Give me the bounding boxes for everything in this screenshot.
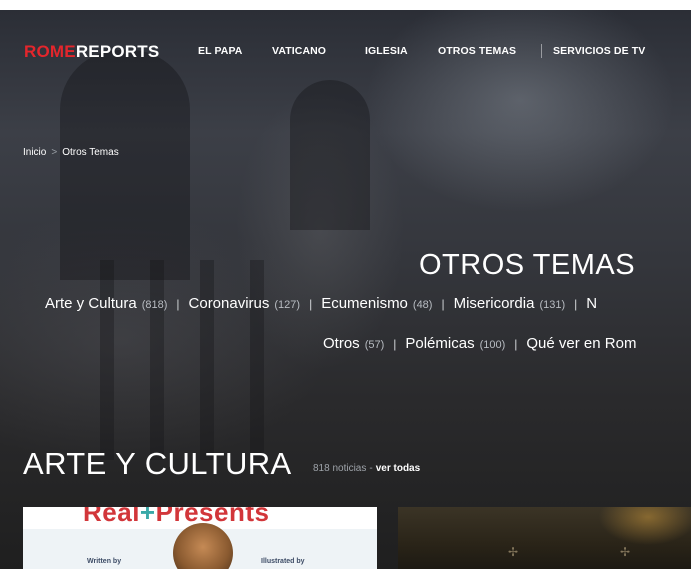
view-all-link[interactable]: ver todas [376,463,420,474]
logo-part-reports: REPORTS [75,42,160,61]
category-name: Arte y Cultura [45,295,137,312]
background-dome-silhouette [60,50,190,280]
breadcrumb-home-link[interactable]: Inicio [23,147,46,158]
category-count: (57) [364,339,385,351]
chevron-right-icon: > [51,147,58,158]
news-card-thumbnail[interactable]: Real+Presents Written by Illustrated by [23,507,377,569]
nav-item-iglesia[interactable]: IGLESIA [365,45,408,57]
background-column [100,260,114,460]
category-link-misericordia[interactable]: Misericordia (131) [454,295,566,312]
cover-credit-left: Written by [87,558,122,565]
page-title: OTROS TEMAS [419,249,636,281]
category-link-polemicas[interactable]: Polémicas (100) [405,335,505,352]
top-nav: ROMEREPORTS EL PAPA VATICANO IGLESIA OTR… [0,42,691,62]
book-title-word-1: Real [83,507,140,527]
category-separator: | [176,297,180,311]
ornament-icon: ✢ [508,545,519,559]
category-name: Misericordia [453,295,535,312]
category-link-truncated[interactable]: N [586,295,597,312]
background-column [200,260,214,460]
book-cover-title: Real+Presents [83,507,269,528]
logo-part-rome: ROME [24,42,76,61]
category-separator: | [393,337,397,351]
category-link-ecumenismo[interactable]: Ecumenismo (48) [321,295,432,312]
background-statue-silhouette [290,80,370,230]
news-card-thumbnail[interactable]: ✢ ✢ [398,507,691,569]
ornament-icon: ✢ [620,545,631,559]
category-separator: | [514,337,518,351]
background-column [150,260,164,460]
category-count: (127) [274,299,301,311]
category-separator: | [441,297,445,311]
category-name: Polémicas [405,335,475,352]
category-name: Ecumenismo [321,295,408,312]
background-column [250,260,264,460]
category-separator: | [309,297,313,311]
category-count: (131) [539,299,566,311]
category-count: (818) [141,299,168,311]
nav-item-vaticano[interactable]: VATICANO [272,45,326,57]
category-count: (48) [412,299,433,311]
nav-divider [541,44,542,58]
category-list-row-2: Otros (57) | Polémicas (100) | Qué ver en Rom [323,335,636,352]
book-title-plus: + [139,507,156,527]
section-news-count: 818 noticias [313,463,367,474]
nav-item-otros-temas[interactable]: OTROS TEMAS [438,45,516,57]
site-logo[interactable]: ROMEREPORTS [24,42,159,62]
category-name: Otros [323,335,360,352]
nav-item-servicios-de-tv[interactable]: SERVICIOS DE TV [553,45,645,57]
cover-credit-right: Illustrated by [261,558,305,565]
category-list-row-1: Arte y Cultura (818) | Coronavirus (127) | Ecu… [45,295,597,312]
breadcrumb: Inicio > Otros Temas [23,147,119,158]
category-separator: | [574,297,578,311]
category-link-arte-y-cultura[interactable]: Arte y Cultura (818) [45,295,167,312]
category-count: (100) [479,339,506,351]
category-link-otros[interactable]: Otros (57) [323,335,384,352]
nav-item-el-papa[interactable]: EL PAPA [198,45,242,57]
section-meta: 818 noticias - ver todas [313,463,420,474]
category-link-coronavirus[interactable]: Coronavirus (127) [189,295,301,312]
category-link-que-ver-en-roma[interactable]: Qué ver en Rom [526,335,636,352]
section-title: ARTE Y CULTURA [23,446,292,481]
hero-banner [0,10,691,569]
section-meta-dash: - [369,463,373,474]
category-name: Coronavirus [188,295,270,312]
breadcrumb-current: Otros Temas [62,147,119,158]
